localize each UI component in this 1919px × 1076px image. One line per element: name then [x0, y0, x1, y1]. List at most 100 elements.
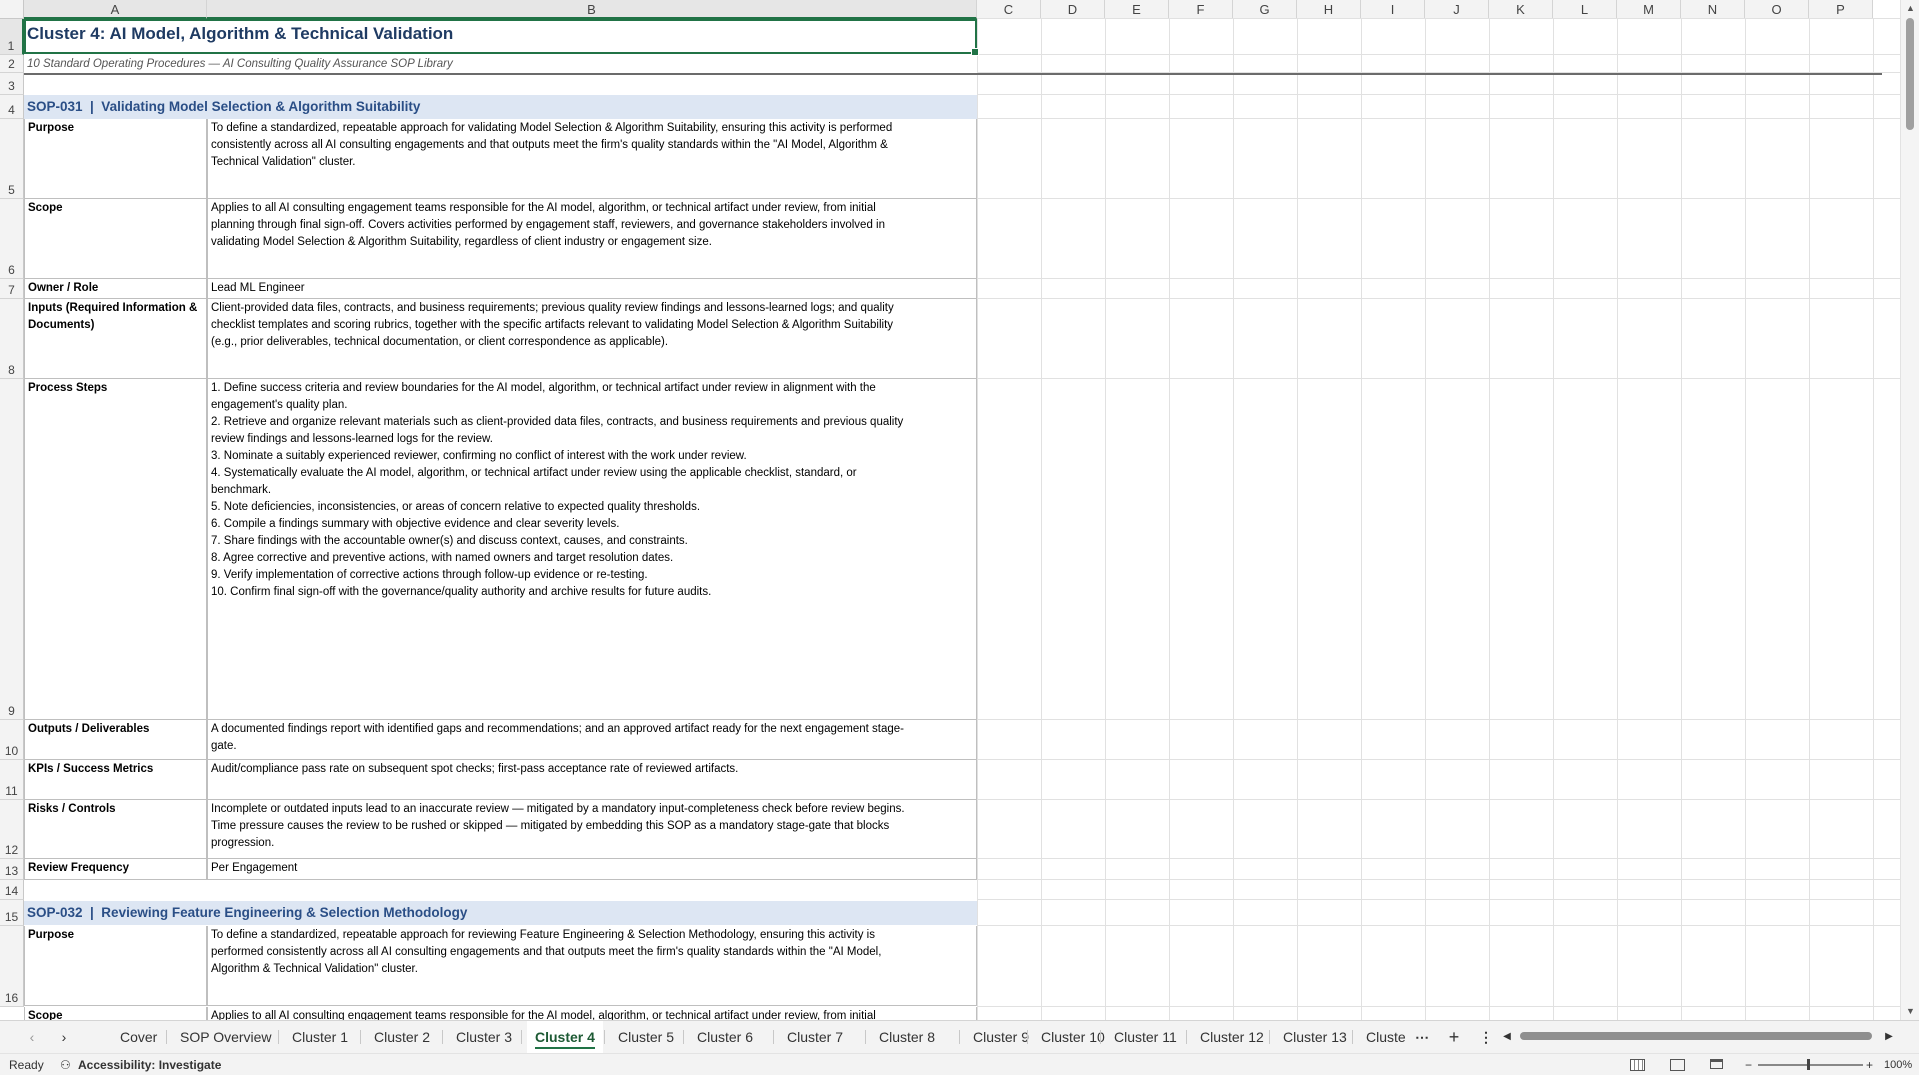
nav-next-icon[interactable]: ›	[56, 1021, 72, 1053]
row-header-10[interactable]: 10	[0, 720, 24, 760]
column-header-l[interactable]: L	[1553, 0, 1617, 19]
accessibility-status[interactable]: Accessibility: Investigate	[78, 1054, 221, 1076]
sop-032-purpose-label[interactable]: Purpose	[24, 926, 207, 1006]
sop-032-header[interactable]: SOP-032 | Reviewing Feature Engineering …	[24, 901, 977, 925]
column-header-o[interactable]: O	[1745, 0, 1809, 19]
accessibility-icon[interactable]: ⚇	[60, 1054, 71, 1076]
column-header-d[interactable]: D	[1041, 0, 1105, 19]
row-header-9[interactable]: 9	[0, 379, 24, 720]
tab-separator	[773, 1030, 774, 1044]
sheet-subtitle[interactable]: 10 Standard Operating Procedures — AI Co…	[24, 55, 977, 73]
column-header-h[interactable]: H	[1297, 0, 1361, 19]
sop-032-scope-value[interactable]: Applies to all AI consulting engagement …	[207, 1007, 977, 1020]
sop-031-value[interactable]: Per Engagement	[207, 859, 977, 880]
sop-031-label[interactable]: Purpose	[24, 119, 207, 199]
sop-032-scope-label[interactable]: Scope	[24, 1007, 207, 1020]
column-header-j[interactable]: J	[1425, 0, 1489, 19]
add-sheet-icon[interactable]: +	[1444, 1021, 1464, 1053]
column-header-p[interactable]: P	[1809, 0, 1873, 19]
sop-031-value[interactable]: 1. Define success criteria and review bo…	[207, 379, 977, 720]
scroll-down-icon[interactable]: ▼	[1901, 1006, 1919, 1016]
horizontal-scroll-thumb[interactable]	[1520, 1032, 1872, 1040]
sop-032-purpose-value[interactable]: To define a standardized, repeatable app…	[207, 926, 977, 1006]
row-header-15[interactable]: 15	[0, 900, 24, 926]
gridline-row	[977, 799, 1900, 800]
sop-031-value[interactable]: A documented findings report with identi…	[207, 720, 977, 760]
vertical-scrollbar[interactable]: ▲ ▼	[1900, 0, 1919, 1020]
sop-031-label[interactable]: KPIs / Success Metrics	[24, 760, 207, 800]
sheet-tab[interactable]: Cluster 4	[527, 1021, 603, 1053]
sop-031-label[interactable]: Scope	[24, 199, 207, 279]
column-header-g[interactable]: G	[1233, 0, 1297, 19]
sop-031-label[interactable]: Risks / Controls	[24, 800, 207, 859]
row-header-16[interactable]: 16	[0, 926, 24, 1007]
column-header-b[interactable]: B	[207, 0, 977, 19]
column-header-c[interactable]: C	[977, 0, 1041, 19]
row-header-3[interactable]: 3	[0, 73, 24, 95]
column-header-k[interactable]: K	[1489, 0, 1553, 19]
sop-031-label[interactable]: Inputs (Required Information & Documents…	[24, 299, 207, 379]
sheet-tab[interactable]: Cluster 5	[610, 1021, 682, 1053]
page-break-icon[interactable]	[1710, 1059, 1723, 1069]
sop-031-value[interactable]: Incomplete or outdated inputs lead to an…	[207, 800, 977, 859]
row-header-6[interactable]: 6	[0, 199, 24, 279]
normal-view-icon[interactable]	[1630, 1059, 1645, 1071]
zoom-in-icon[interactable]: +	[1866, 1054, 1873, 1076]
scroll-up-icon[interactable]: ▲	[1901, 3, 1919, 13]
sheet-tab[interactable]: Cluster 1	[284, 1021, 356, 1053]
row-header-13[interactable]: 13	[0, 859, 24, 880]
sop-031-value[interactable]: Audit/compliance pass rate on subsequent…	[207, 760, 977, 800]
sheet-tab[interactable]: Cluster 11	[1106, 1021, 1185, 1053]
zoom-slider-thumb[interactable]	[1807, 1059, 1810, 1070]
zoom-level[interactable]: 100%	[1884, 1054, 1912, 1076]
sheet-tab[interactable]: Cluster 13	[1275, 1021, 1355, 1053]
scroll-right-icon[interactable]: ▶	[1882, 1021, 1896, 1053]
sop-031-label[interactable]: Outputs / Deliverables	[24, 720, 207, 760]
sop-031-value[interactable]: Lead ML Engineer	[207, 279, 977, 299]
nav-prev-icon[interactable]: ‹	[24, 1021, 40, 1053]
horizontal-scrollbar[interactable]	[1512, 1031, 1880, 1041]
row-header-7[interactable]: 7	[0, 279, 24, 299]
gridline-row	[977, 378, 1900, 379]
zoom-out-icon[interactable]: −	[1745, 1054, 1752, 1076]
sheet-tab[interactable]: Cluster 3	[448, 1021, 520, 1053]
sheet-tab[interactable]: Cluster 12	[1192, 1021, 1272, 1053]
sheet-tab[interactable]: Cluster 7	[779, 1021, 851, 1053]
column-header-i[interactable]: I	[1361, 0, 1425, 19]
select-all-corner[interactable]	[0, 0, 24, 19]
sheet-tab[interactable]: SOP Overview	[172, 1021, 280, 1053]
column-header-f[interactable]: F	[1169, 0, 1233, 19]
sheet-options-icon[interactable]: ⋮	[1476, 1021, 1496, 1053]
row-header-11[interactable]: 11	[0, 760, 24, 800]
sop-031-label[interactable]: Review Frequency	[24, 859, 207, 880]
zoom-slider[interactable]	[1758, 1064, 1863, 1066]
page-layout-icon[interactable]	[1670, 1059, 1685, 1071]
sheet-tab[interactable]: Cover	[112, 1021, 165, 1053]
column-header-n[interactable]: N	[1681, 0, 1745, 19]
column-header-e[interactable]: E	[1105, 0, 1169, 19]
spreadsheet-grid[interactable]: ABCDEFGHIJKLMNOP 1 2 3 4 5 6 7 8 9 10 11 12 13 14 15 16…	[0, 0, 1900, 1020]
row-header-2[interactable]: 2	[0, 55, 24, 73]
row-header-4[interactable]: 4	[0, 95, 24, 119]
sheet-tab-label: Cluster 13	[1283, 1029, 1347, 1045]
row-header-8[interactable]: 8	[0, 299, 24, 379]
sheet-tab[interactable]: Cluste	[1358, 1021, 1414, 1053]
row-header-14[interactable]: 14	[0, 880, 24, 900]
sheet-tab[interactable]: Cluster 6	[689, 1021, 761, 1053]
sop-031-label[interactable]: Process Steps	[24, 379, 207, 720]
sheet-tab[interactable]: Cluster 8	[871, 1021, 943, 1053]
sop-031-value[interactable]: Client-provided data files, contracts, a…	[207, 299, 977, 379]
sop-031-value[interactable]: Applies to all AI consulting engagement …	[207, 199, 977, 279]
more-sheets-icon[interactable]: ⋯	[1412, 1021, 1432, 1053]
gridline-col	[1361, 19, 1362, 1020]
row-header-1[interactable]: 1	[0, 19, 24, 55]
column-header-m[interactable]: M	[1617, 0, 1681, 19]
sop-031-label[interactable]: Owner / Role	[24, 279, 207, 299]
row-header-12[interactable]: 12	[0, 800, 24, 859]
row-header-5[interactable]: 5	[0, 119, 24, 199]
sop-031-header[interactable]: SOP-031 | Validating Model Selection & A…	[24, 95, 977, 119]
sop-031-value[interactable]: To define a standardized, repeatable app…	[207, 119, 977, 199]
sheet-tab[interactable]: Cluster 2	[366, 1021, 438, 1053]
vertical-scroll-thumb[interactable]	[1906, 18, 1914, 130]
column-header-a[interactable]: A	[24, 0, 207, 19]
